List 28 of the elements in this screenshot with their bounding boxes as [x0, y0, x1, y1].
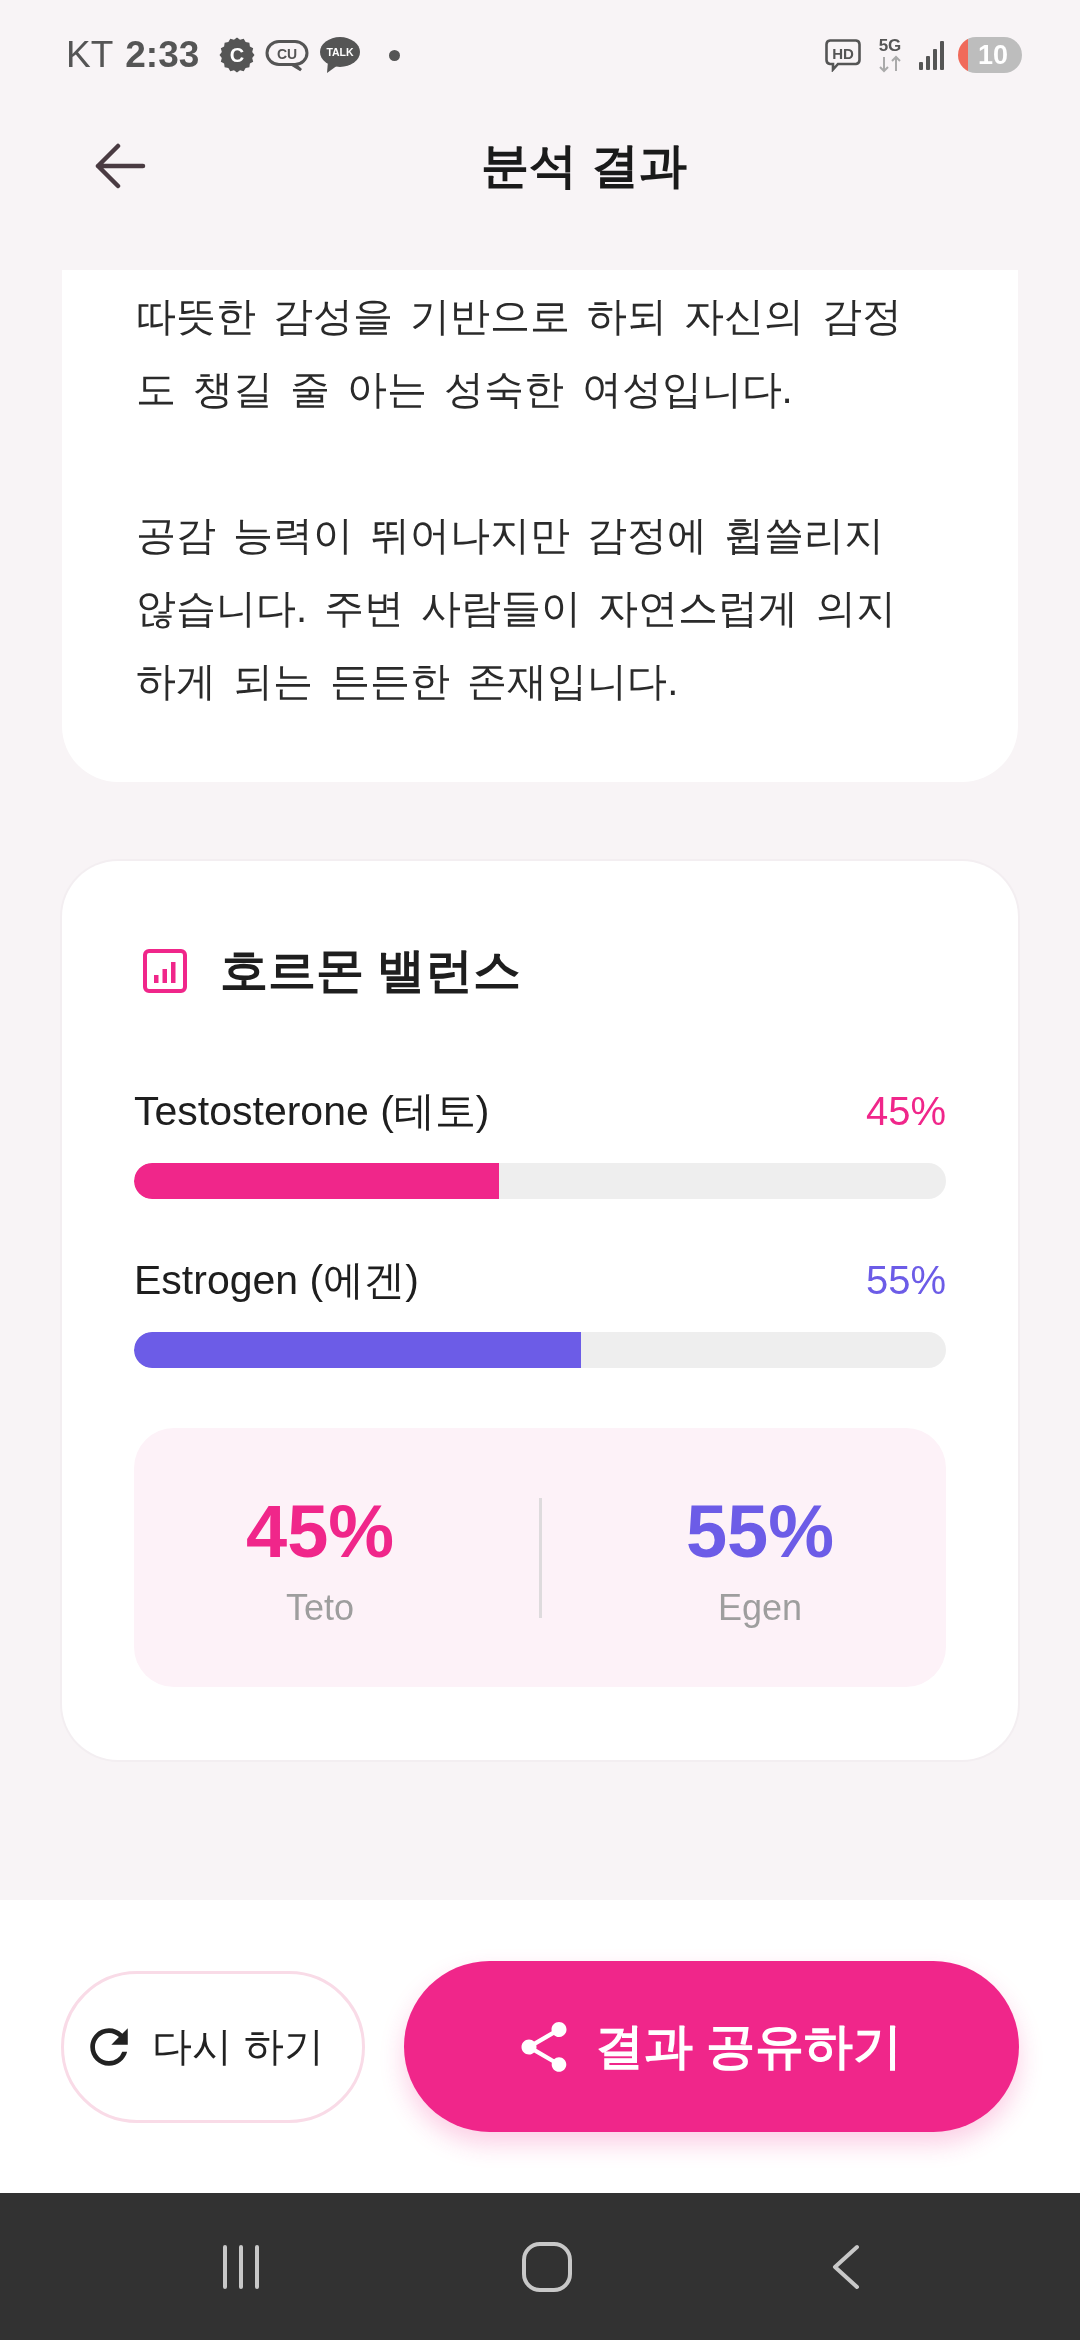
letter-badge-icon: C — [219, 37, 256, 73]
summary-label: Teto — [286, 1586, 355, 1629]
bar-chart-icon — [142, 948, 188, 994]
summary-label: Egen — [717, 1586, 802, 1629]
description-paragraph: 따뜻한 감성을 기반으로 하되 자신의 감정도 챙길 줄 아는 성숙한 여성입니다. — [136, 293, 903, 413]
share-icon — [520, 2021, 567, 2072]
back-icon[interactable] — [831, 2242, 861, 2291]
hormone-label: Estrogen (에겐) — [134, 1255, 419, 1305]
description-paragraph: 공감 능력이 뛰어나지만 감정에 휩쓸리지 않습니다. 주변 사람들이 자연스럽게 의지하게 되는 든든한 존재입니다. — [136, 512, 897, 705]
section-title: 호르몬 밸런스 — [220, 943, 522, 999]
battery-icon: 10 — [958, 37, 1022, 73]
notification-dot-icon — [389, 49, 401, 61]
refresh-icon — [90, 2027, 129, 2066]
carrier-name: KT — [66, 34, 114, 76]
hd-voice-icon: HD — [824, 38, 862, 72]
summary-percent: 45% — [246, 1488, 395, 1575]
share-button[interactable]: 결과 공유하기 — [404, 1961, 1019, 2132]
retry-button[interactable]: 다시 하기 — [61, 1970, 365, 2123]
hormone-percent: 45% — [865, 1088, 946, 1134]
signal-icon — [918, 40, 946, 70]
clock-time: 2:33 — [125, 34, 200, 76]
hormone-percent: 55% — [865, 1257, 946, 1303]
screen-title: 분석 결과 — [481, 138, 687, 194]
summary-percent: 55% — [685, 1488, 834, 1575]
back-arrow-icon — [94, 143, 146, 189]
home-icon[interactable] — [521, 2240, 573, 2293]
hormone-label: Testosterone (테토) — [134, 1086, 490, 1136]
outline-bubble-icon: CU — [265, 38, 310, 72]
